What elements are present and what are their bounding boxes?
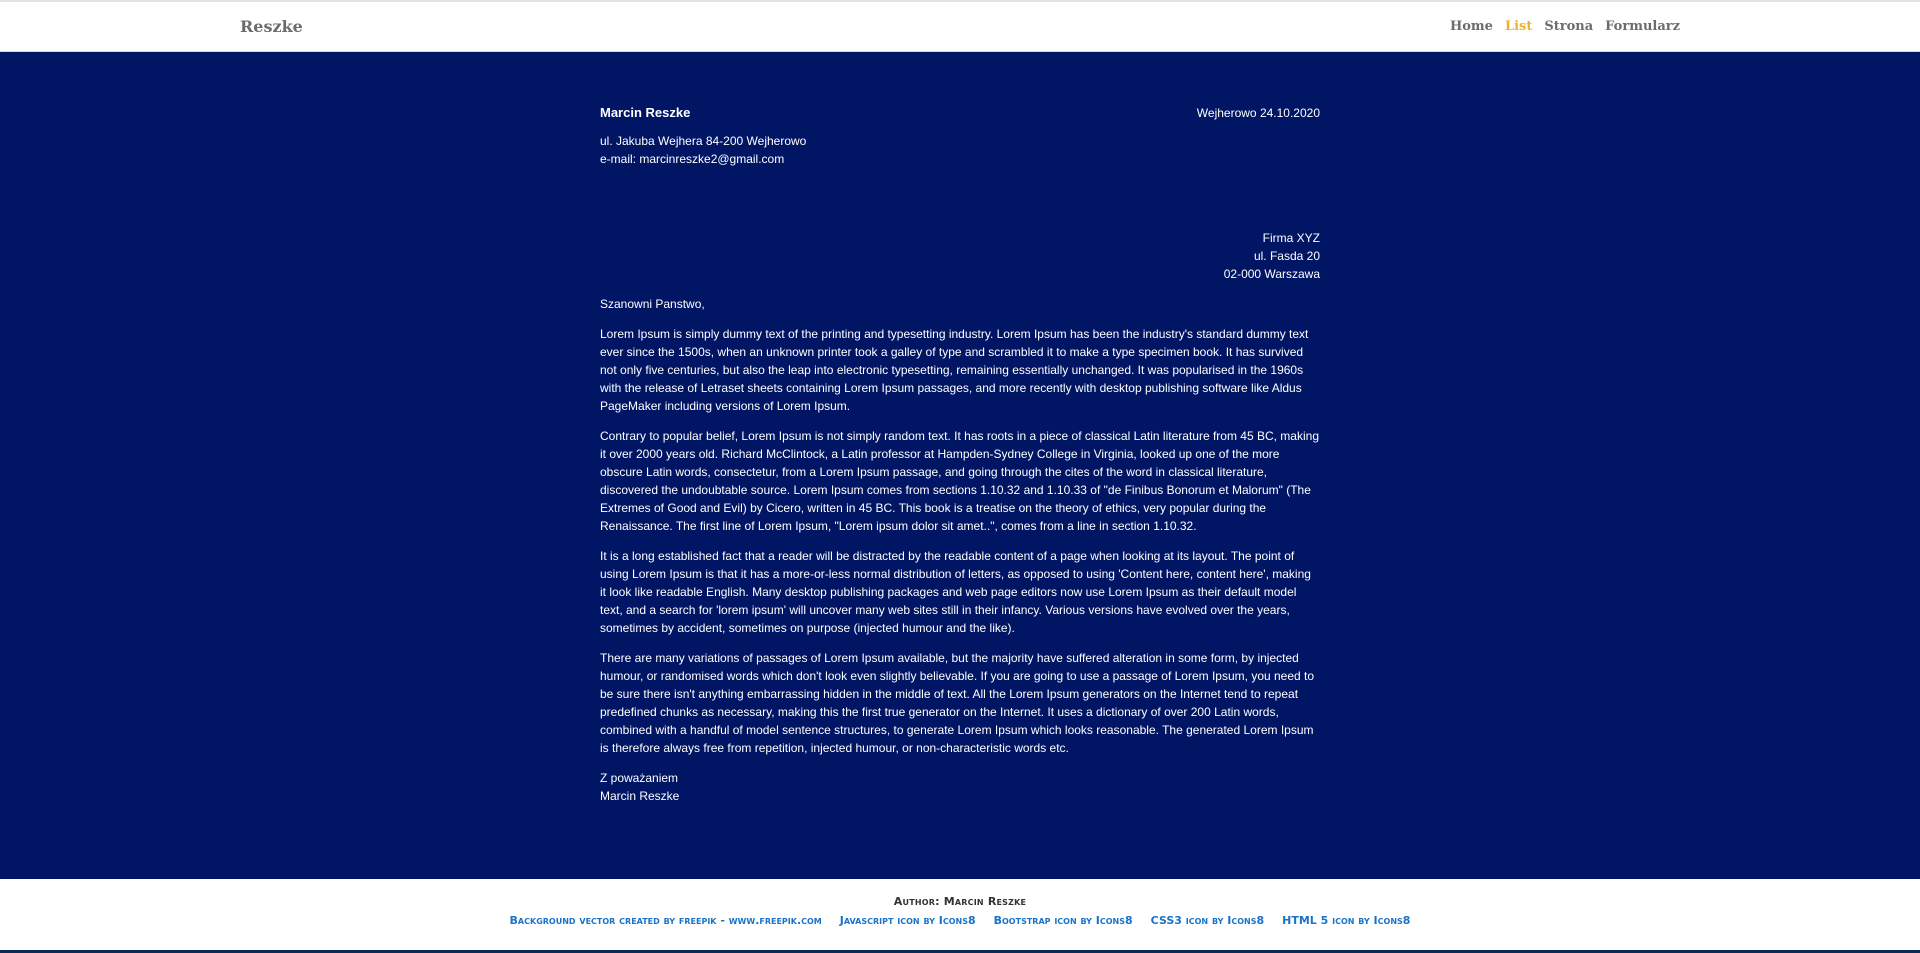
letter-paragraph: Contrary to popular belief, Lorem Ipsum … <box>600 429 1319 533</box>
footer-credits: Background vector created by freepik - w… <box>0 914 1920 927</box>
credit-link-freepik[interactable]: Background vector created by freepik - w… <box>510 914 822 927</box>
brand-logo[interactable]: Reszke <box>240 17 303 36</box>
letter: Marcin Reszke Wejherowo 24.10.2020 ul. J… <box>600 104 1320 805</box>
credit-link-html5-icon[interactable]: HTML 5 icon by Icons8 <box>1282 914 1410 927</box>
nav-item-home[interactable]: Home <box>1450 19 1493 34</box>
sender-name: Marcin Reszke <box>600 105 691 120</box>
place-date: Wejherowo 24.10.2020 <box>1196 106 1320 120</box>
signature: Marcin Reszke <box>600 789 680 803</box>
sender-contact: ul. Jakuba Wejhera 84-200 Wejherowo e-ma… <box>600 132 1320 168</box>
recipient-city: 02-000 Warszawa <box>1223 267 1320 281</box>
sender-email: e-mail: marcinreszke2@gmail.com <box>600 152 785 166</box>
letter-paragraph: Lorem Ipsum is simply dummy text of the … <box>600 327 1309 413</box>
closing-phrase: Z poważaniem <box>600 771 679 785</box>
closing-block: Z poważaniem Marcin Reszke <box>600 769 1320 805</box>
recipient-block: Firma XYZ ul. Fasda 20 02-000 Warszawa <box>600 229 1320 283</box>
sender-address: ul. Jakuba Wejhera 84-200 Wejherowo <box>600 134 807 148</box>
footer: Author: Marcin Reszke Background vector … <box>0 879 1920 953</box>
letter-section: Marcin Reszke Wejherowo 24.10.2020 ul. J… <box>0 52 1920 879</box>
navbar: Reszke Home List Strona Formularz <box>0 2 1920 52</box>
letter-paragraph: It is a long established fact that a rea… <box>600 549 1311 635</box>
credit-link-javascript-icon[interactable]: Javascript icon by Icons8 <box>840 914 976 927</box>
letter-header: Marcin Reszke Wejherowo 24.10.2020 <box>600 104 1320 122</box>
nav-menu: Home List Strona Formularz <box>1450 19 1680 34</box>
nav-item-formularz[interactable]: Formularz <box>1605 19 1680 34</box>
greeting: Szanowni Panstwo, <box>600 297 705 311</box>
nav-item-list[interactable]: List <box>1505 19 1532 34</box>
credit-link-bootstrap-icon[interactable]: Bootstrap icon by Icons8 <box>994 914 1133 927</box>
nav-item-strona[interactable]: Strona <box>1544 19 1593 34</box>
letter-paragraph: There are many variations of passages of… <box>600 651 1315 755</box>
recipient-street: ul. Fasda 20 <box>1253 249 1320 263</box>
recipient-company: Firma XYZ <box>1262 231 1320 245</box>
footer-author: Author: Marcin Reszke <box>893 895 1027 908</box>
credit-link-css3-icon[interactable]: CSS3 icon by Icons8 <box>1151 914 1264 927</box>
